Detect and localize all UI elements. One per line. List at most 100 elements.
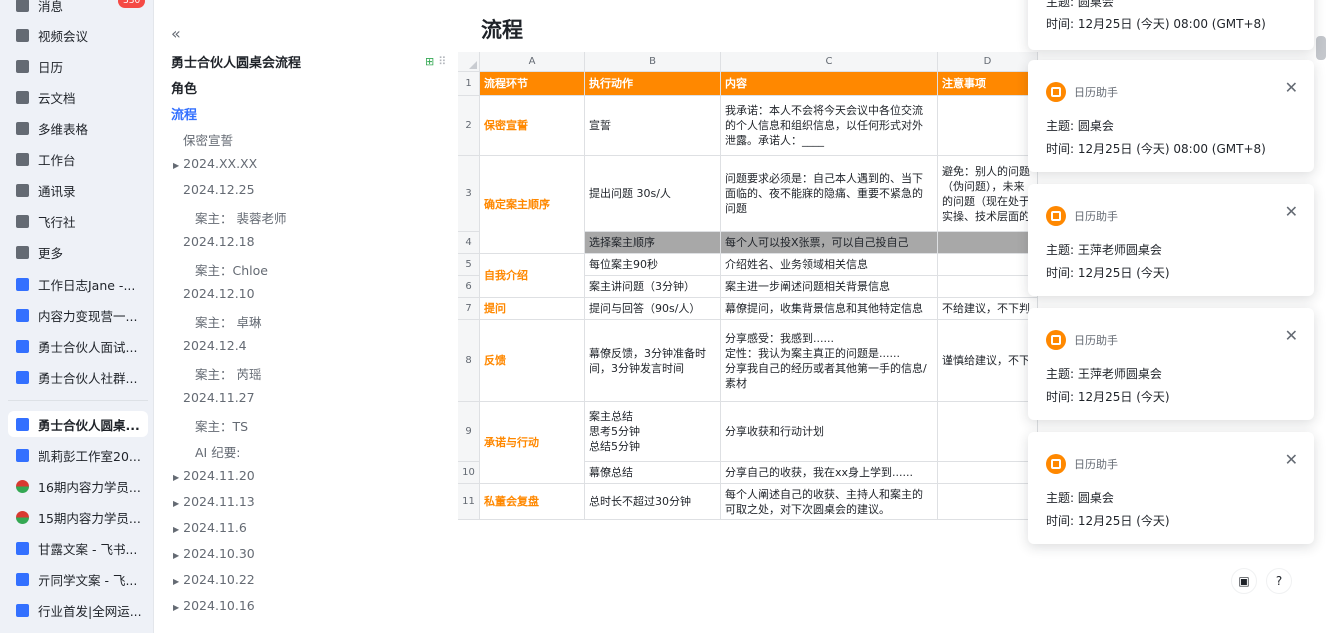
row-header[interactable]: 1: [458, 72, 480, 96]
data-cell[interactable]: 幕僚提问，收集背景信息和其他特定信息: [721, 298, 938, 320]
expand-arrow-icon[interactable]: ▶: [173, 551, 179, 560]
header-cell[interactable]: 流程环节: [480, 72, 585, 96]
data-cell[interactable]: 介绍姓名、业务领域相关信息: [721, 254, 938, 276]
data-cell[interactable]: 不给建议，不下判: [938, 298, 1038, 320]
toc-item[interactable]: ▶ 2024.11.20: [173, 468, 255, 483]
toc-item[interactable]: 角色: [171, 78, 197, 97]
data-cell[interactable]: [938, 402, 1038, 462]
toc-item[interactable]: 保密宣誓: [183, 130, 233, 149]
toc-item[interactable]: ▶ 2024.10.30: [173, 546, 255, 561]
row-header[interactable]: 5: [458, 254, 480, 276]
nav-item-1[interactable]: 视频会议: [8, 22, 148, 48]
pinned-doc-item[interactable]: 15期内容力学员...: [8, 504, 148, 530]
column-header[interactable]: D: [938, 52, 1038, 72]
data-cell[interactable]: 案主讲问题（3分钟）: [585, 276, 721, 298]
data-cell[interactable]: 案主总结 思考5分钟 总结5分钟: [585, 402, 721, 462]
data-cell[interactable]: 每个人可以投X张票，可以自己投自己: [721, 232, 938, 254]
recent-doc-item[interactable]: 工作日志Jane -...: [8, 271, 148, 297]
pinned-doc-item[interactable]: 亓同学文案 - 飞...: [8, 566, 148, 592]
toc-item[interactable]: ▶ 2024.10.22: [173, 572, 255, 587]
column-header[interactable]: B: [585, 52, 721, 72]
data-cell[interactable]: [938, 462, 1038, 484]
stage-cell[interactable]: 确定案主顺序: [480, 156, 585, 254]
data-cell[interactable]: 案主进一步阐述问题相关背景信息: [721, 276, 938, 298]
nav-item-8[interactable]: 更多: [8, 239, 148, 265]
toc-item[interactable]: 2024.12.18: [183, 234, 255, 249]
toc-item[interactable]: ▶ 2024.XX.XX: [173, 156, 257, 171]
data-cell[interactable]: [938, 484, 1038, 520]
toc-item[interactable]: 2024.12.25: [183, 182, 255, 197]
data-cell[interactable]: 避免：别人的问题（伪问题），未来的问题（现在处于实操、技术层面的: [938, 156, 1038, 232]
doc-info-icon[interactable]: ▣: [1231, 568, 1257, 594]
data-cell[interactable]: 问题要求必须是：自己本人遇到的、当下面临的、夜不能寐的隐痛、重要不紧急的问题: [721, 156, 938, 232]
data-cell[interactable]: 分享感受：我感到...... 定性：我认为案主真正的问题是...... 分享我自…: [721, 320, 938, 402]
data-cell[interactable]: 分享自己的收获，我在xx身上学到......: [721, 462, 938, 484]
data-cell[interactable]: 总时长不超过30分钟: [585, 484, 721, 520]
nav-item-2[interactable]: 日历: [8, 53, 148, 79]
header-cell[interactable]: 内容: [721, 72, 938, 96]
data-cell[interactable]: [938, 276, 1038, 298]
select-all-corner[interactable]: [458, 52, 480, 72]
pinned-doc-item[interactable]: 行业首发|全网运...: [8, 597, 148, 623]
expand-arrow-icon[interactable]: ▶: [173, 499, 179, 508]
pinned-doc-item[interactable]: 甘露文案 - 飞书...: [8, 535, 148, 561]
toc-item[interactable]: 案主：TS: [195, 416, 248, 435]
header-cell[interactable]: 执行动作: [585, 72, 721, 96]
row-header[interactable]: 3: [458, 156, 480, 232]
toc-item[interactable]: 案主： 卓琳: [195, 312, 261, 331]
row-header[interactable]: 6: [458, 276, 480, 298]
data-cell[interactable]: 我承诺：本人不会将今天会议中各位交流的个人信息和组织信息，以任何形式对外泄露。承…: [721, 96, 938, 156]
toc-title[interactable]: 勇士合伙人圆桌会流程: [171, 52, 301, 71]
expand-arrow-icon[interactable]: ▶: [173, 525, 179, 534]
data-cell[interactable]: [938, 232, 1038, 254]
stage-cell[interactable]: 保密宣誓: [480, 96, 585, 156]
calendar-notification[interactable]: 日历助手 ✕ 主题: 圆桌会 时间: 12月25日 (今天) 08:00 (GMT+8…: [1028, 60, 1314, 172]
row-header[interactable]: 11: [458, 484, 480, 520]
data-cell[interactable]: [938, 96, 1038, 156]
calendar-notification[interactable]: 主题: 圆桌会 时间: 12月25日 (今天) 08:00 (GMT+8): [1028, 0, 1314, 50]
calendar-notification[interactable]: 日历助手 ✕ 主题: 圆桌会 时间: 12月25日 (今天): [1028, 432, 1314, 544]
close-icon[interactable]: ✕: [1285, 450, 1298, 469]
toc-item[interactable]: 2024.11.27: [183, 390, 255, 405]
data-cell[interactable]: 幕僚反馈，3分钟准备时间，3分钟发言时间: [585, 320, 721, 402]
close-icon[interactable]: ✕: [1285, 326, 1298, 345]
data-cell[interactable]: 幕僚总结: [585, 462, 721, 484]
stage-cell[interactable]: 反馈: [480, 320, 585, 402]
toc-item[interactable]: ▶ 2024.11.13: [173, 494, 255, 509]
column-header[interactable]: C: [721, 52, 938, 72]
close-icon[interactable]: ✕: [1285, 202, 1298, 221]
stage-cell[interactable]: 私董会复盘: [480, 484, 585, 520]
recent-doc-item[interactable]: 内容力变现营一...: [8, 302, 148, 328]
data-cell[interactable]: 每位案主90秒: [585, 254, 721, 276]
toc-item[interactable]: 案主：Chloe: [195, 260, 268, 279]
nav-item-3[interactable]: 云文档: [8, 84, 148, 110]
row-header[interactable]: 4: [458, 232, 480, 254]
calendar-notification[interactable]: 日历助手 ✕ 主题: 王萍老师圆桌会 时间: 12月25日 (今天): [1028, 184, 1314, 296]
column-header[interactable]: A: [480, 52, 585, 72]
data-cell[interactable]: 每个人阐述自己的收获、主持人和案主的可取之处，对下次圆桌会的建议。: [721, 484, 938, 520]
row-header[interactable]: 8: [458, 320, 480, 402]
expand-arrow-icon[interactable]: ▶: [173, 603, 179, 612]
expand-arrow-icon[interactable]: ▶: [173, 577, 179, 586]
stage-cell[interactable]: 承诺与行动: [480, 402, 585, 484]
row-header[interactable]: 2: [458, 96, 480, 156]
expand-arrow-icon[interactable]: ▶: [173, 161, 179, 170]
close-icon[interactable]: ✕: [1285, 78, 1298, 97]
row-header[interactable]: 10: [458, 462, 480, 484]
toc-item[interactable]: 2024.12.4: [183, 338, 247, 353]
drag-handle-icon[interactable]: ⠿: [438, 55, 446, 68]
row-header[interactable]: 7: [458, 298, 480, 320]
recent-doc-item[interactable]: 勇士合伙人社群...: [8, 364, 148, 390]
data-cell[interactable]: 分享收获和行动计划: [721, 402, 938, 462]
data-cell[interactable]: 提问与回答（90s/人）: [585, 298, 721, 320]
toc-item[interactable]: 案主： 芮瑶: [195, 364, 261, 383]
data-cell[interactable]: 谨慎给建议，不下: [938, 320, 1038, 402]
scrollbar-thumb[interactable]: [1316, 36, 1326, 60]
nav-item-4[interactable]: 多维表格: [8, 115, 148, 141]
nav-item-7[interactable]: 飞行社: [8, 208, 148, 234]
expand-arrow-icon[interactable]: ▶: [173, 473, 179, 482]
data-cell[interactable]: [938, 254, 1038, 276]
pinned-doc-item[interactable]: 凯莉彭工作室20...: [8, 442, 148, 468]
pinned-doc-item[interactable]: 16期内容力学员...: [8, 473, 148, 499]
page-scrollbar[interactable]: [1314, 30, 1328, 630]
